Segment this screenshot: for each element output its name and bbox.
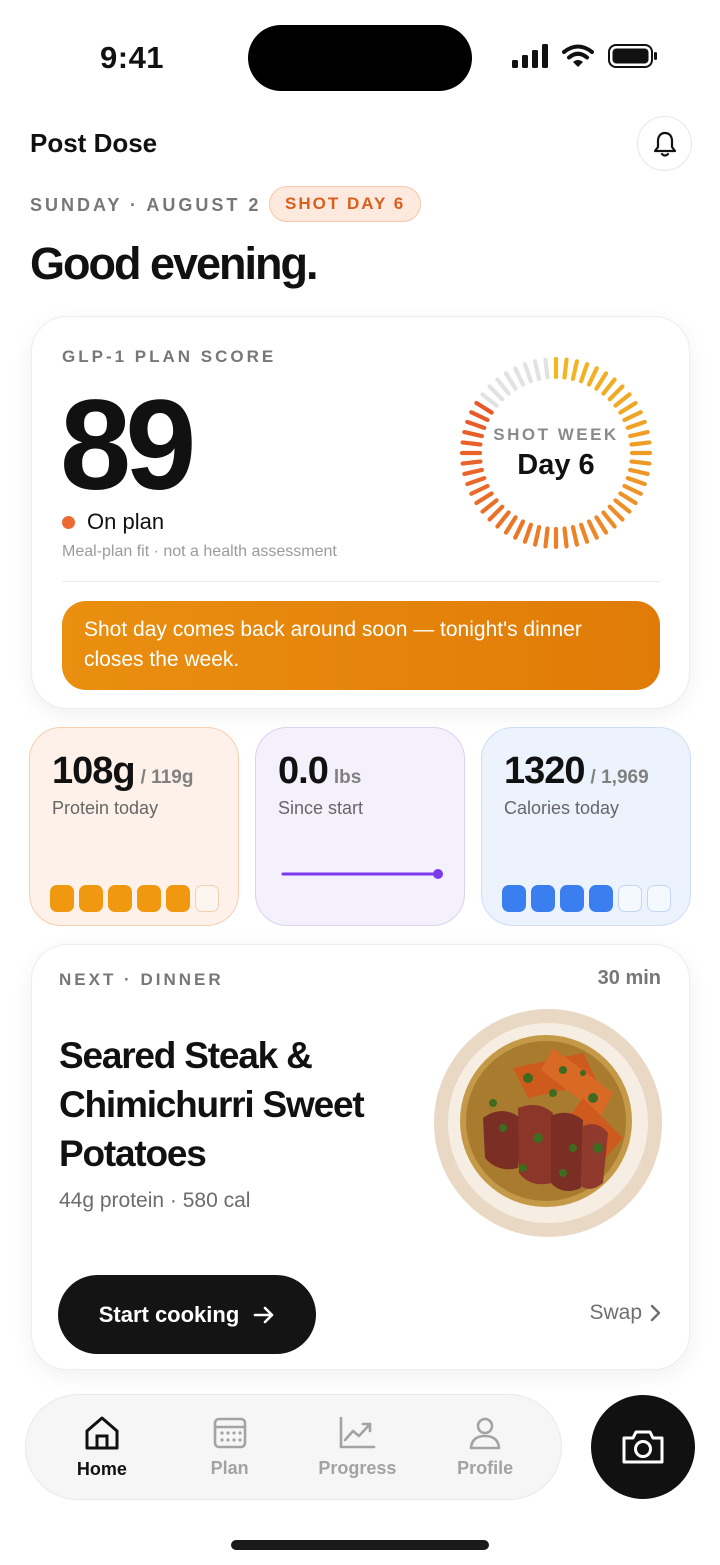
camera-icon [622,1430,664,1464]
weight-head: 0.0 lbs [278,750,361,793]
status-bar: 9:41 [0,0,720,110]
tab-profile-label: Profile [457,1457,514,1478]
shot-day-banner: Shot day comes back around soon — tonigh… [62,601,660,690]
plan-status-text: On plan [87,509,165,534]
progress-pip-filled [589,885,613,912]
weight-value: 0.0 [278,750,329,792]
calories-value: 1320 [504,750,586,792]
chart-icon [340,1416,376,1448]
protein-head: 108g / 119g [52,750,193,793]
camera-button[interactable] [591,1395,695,1499]
progress-pip-filled [166,885,190,912]
status-icons [512,44,658,68]
person-icon [469,1417,501,1449]
card-divider [62,581,660,582]
calories-progress-pips [502,885,671,912]
dinner-meta: 44g protein · 580 cal [59,1189,251,1212]
weight-stat-card[interactable]: 0.0 lbs Since start [255,727,465,926]
weight-unit: lbs [333,767,362,788]
battery-icon [608,44,657,68]
tab-home[interactable]: Home [43,1415,161,1480]
signal-icon [512,44,548,68]
date-label: SUNDAY · AUGUST 2 [30,195,262,215]
dinner-time: 30 min [597,967,661,989]
next-dinner-card[interactable]: NEXT · DINNER 30 min Seared Steak & Chim… [31,944,690,1370]
calendar-icon [213,1417,246,1448]
shot-week-day: Day 6 [517,448,595,481]
score-disclaimer: Meal-plan fit · not a health assessment [62,543,337,560]
wifi-icon [562,44,594,67]
tab-profile[interactable]: Profile [426,1416,544,1479]
next-dinner-label: NEXT · DINNER [59,970,224,989]
protein-target: / 119g [140,767,194,788]
shot-week-center: SHOT WEEK Day 6 [456,353,656,553]
plan-score-value: 89 [60,374,196,517]
calories-stat-card[interactable]: 1320 / 1,969 Calories today [481,727,691,926]
progress-pip-filled [50,885,74,912]
progress-pip-empty [647,885,671,912]
calories-target: / 1,969 [590,767,649,788]
tab-plan[interactable]: Plan [171,1416,289,1479]
chevron-right-icon [650,1304,661,1322]
progress-pip-filled [79,885,103,912]
progress-pip-filled [502,885,526,912]
app-title: Post Dose [30,128,158,158]
home-indicator [231,1540,489,1550]
start-cooking-button[interactable]: Start cooking [58,1275,316,1354]
protein-progress-pips [50,885,219,912]
swap-label: Swap [589,1301,642,1324]
protein-label: Protein today [52,798,159,818]
dynamic-island [248,25,472,91]
calories-head: 1320 / 1,969 [504,750,649,793]
protein-stat-card[interactable]: 108g / 119g Protein today [29,727,239,926]
tab-plan-label: Plan [210,1457,249,1478]
shot-day-badge: SHOT DAY 6 [269,186,422,222]
home-icon [85,1416,119,1449]
arrow-right-icon [253,1306,274,1323]
greeting: Good evening. [30,238,319,289]
swap-button[interactable]: Swap [589,1301,661,1325]
bell-icon [653,131,676,157]
plan-score-label: GLP-1 PLAN SCORE [62,347,277,366]
dinner-image [434,1009,662,1237]
status-dot-icon [62,515,75,529]
progress-pip-filled [137,885,161,912]
start-cooking-label: Start cooking [98,1301,240,1327]
progress-pip-filled [531,885,555,912]
shot-week-label: SHOT WEEK [493,424,619,444]
status-time: 9:41 [100,40,165,75]
tab-home-label: Home [76,1458,127,1479]
progress-pip-empty [195,885,219,912]
tab-progress[interactable]: Progress [298,1416,416,1479]
plan-score-card[interactable]: GLP-1 PLAN SCORE 89 On plan Meal-plan fi… [31,316,690,709]
plan-status: On plan [62,509,164,535]
progress-pip-empty [618,885,642,912]
progress-pip-filled [560,885,584,912]
protein-value: 108g [52,750,136,792]
weight-label: Since start [278,798,364,818]
tab-progress-label: Progress [318,1457,397,1478]
progress-pip-filled [108,885,132,912]
tab-bar: Home Plan Progress Profile [25,1394,562,1500]
weight-trend-line [281,869,443,879]
calories-label: Calories today [504,798,620,818]
dinner-title: Seared Steak & Chimichurri Sweet Potatoe… [59,1035,365,1174]
notifications-button[interactable] [637,116,692,171]
